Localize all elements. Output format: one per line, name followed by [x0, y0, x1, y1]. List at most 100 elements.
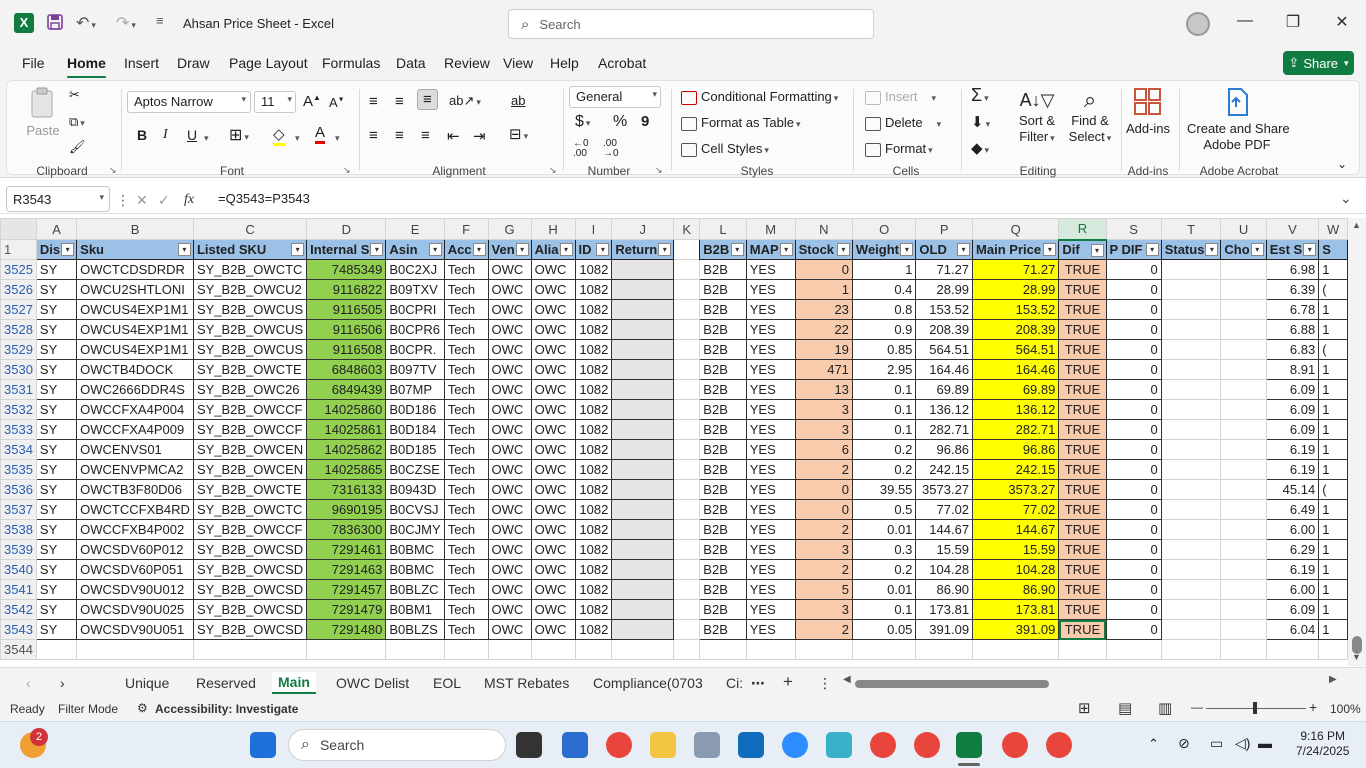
cell[interactable]: 6.00: [1265, 519, 1320, 540]
cell[interactable]: OWCCFXB4P002: [76, 519, 194, 540]
cell[interactable]: OWC: [530, 599, 576, 620]
filter-dropdown-icon[interactable]: ▾: [370, 243, 384, 256]
cell[interactable]: Tech: [443, 579, 489, 600]
zoom-app-icon[interactable]: [782, 732, 808, 758]
filter-dropdown-icon[interactable]: ▾: [472, 243, 486, 256]
save-icon[interactable]: [46, 13, 64, 36]
cell[interactable]: 0: [1105, 459, 1162, 480]
cell[interactable]: B2B: [699, 479, 747, 500]
cell[interactable]: 96.86: [972, 439, 1060, 460]
font-name-dropdown[interactable]: Aptos Narrow ▾: [127, 91, 251, 113]
sheet-tab-unique[interactable]: Unique: [125, 675, 169, 691]
cell[interactable]: B0BLZC: [385, 579, 445, 600]
cell[interactable]: OWC: [530, 559, 576, 580]
cell[interactable]: SY: [35, 599, 78, 620]
number-format-dropdown[interactable]: General ▾: [569, 86, 661, 108]
cell[interactable]: B0CPR6: [385, 319, 445, 340]
cell[interactable]: B0CZSE: [385, 459, 445, 480]
cell[interactable]: SY: [35, 519, 78, 540]
cell[interactable]: B0CPR.: [385, 339, 445, 360]
cell[interactable]: 22: [794, 319, 853, 340]
cell[interactable]: [1160, 599, 1222, 620]
cell[interactable]: 77.02: [972, 499, 1060, 520]
cell[interactable]: 2: [794, 459, 853, 480]
cell[interactable]: SY: [35, 459, 78, 480]
cell[interactable]: [76, 639, 194, 660]
menu-help[interactable]: Help: [550, 55, 579, 71]
cell[interactable]: [1220, 519, 1267, 540]
cell[interactable]: 2.95: [851, 359, 917, 380]
column-header-d[interactable]: D: [306, 218, 387, 240]
cell[interactable]: OWC: [487, 419, 532, 440]
cell[interactable]: 6.00: [1265, 579, 1320, 600]
cell[interactable]: OWC: [487, 459, 532, 480]
file-explorer-icon[interactable]: [650, 732, 676, 758]
cell[interactable]: 9690195: [306, 499, 387, 520]
filter-dropdown-icon[interactable]: ▾: [1303, 243, 1317, 256]
format-as-table-button[interactable]: Format as Table ▾: [681, 115, 801, 131]
cell[interactable]: [487, 639, 532, 660]
cell[interactable]: Tech: [443, 599, 489, 620]
align-middle-icon[interactable]: ≡: [395, 93, 404, 110]
find-select-button[interactable]: ⌕ Find & Select ▾: [1065, 87, 1115, 146]
cell[interactable]: [1160, 319, 1222, 340]
cell[interactable]: 1082: [574, 499, 613, 520]
cell[interactable]: B2B: [699, 399, 747, 420]
cell[interactable]: YES: [745, 479, 796, 500]
cell[interactable]: 1082: [574, 299, 613, 320]
cell[interactable]: (: [1318, 479, 1348, 500]
underline-button[interactable]: U: [187, 127, 197, 143]
cell[interactable]: TRUE: [1058, 559, 1107, 580]
column-header-b[interactable]: B: [76, 218, 194, 240]
cell[interactable]: OWCSDV60P012: [76, 539, 194, 560]
scroll-down-icon[interactable]: ▼: [1352, 652, 1361, 662]
cell[interactable]: 0.85: [851, 339, 917, 360]
cell[interactable]: [1160, 639, 1222, 660]
cell[interactable]: OWCUS4EXP1M1: [76, 319, 194, 340]
cell[interactable]: OWC: [487, 579, 532, 600]
column-header-f[interactable]: F: [443, 218, 489, 240]
sheet-tab-cis[interactable]: Ci:: [726, 675, 743, 691]
cell[interactable]: SY_B2B_OWCU2: [192, 279, 308, 300]
cell[interactable]: 136.12: [972, 399, 1060, 420]
cell[interactable]: OWC: [530, 439, 576, 460]
cell[interactable]: 1082: [574, 539, 613, 560]
cell[interactable]: SY: [35, 339, 78, 360]
filter-dropdown-icon[interactable]: ▾: [291, 243, 305, 256]
undo-icon[interactable]: ↶ ▾: [76, 13, 96, 33]
cell[interactable]: SY_B2B_OWCSD: [192, 599, 308, 620]
cell[interactable]: SY: [35, 579, 78, 600]
filter-dropdown-icon[interactable]: ▾: [1043, 243, 1057, 256]
cell[interactable]: [673, 279, 701, 300]
header-cell[interactable]: Sku ▾: [76, 239, 194, 260]
cell[interactable]: [673, 539, 701, 560]
header-cell[interactable]: Ven ▾: [487, 239, 532, 260]
cell[interactable]: 96.86: [915, 439, 974, 460]
cell[interactable]: 144.67: [915, 519, 974, 540]
column-header-e[interactable]: E: [385, 218, 445, 240]
cell[interactable]: YES: [745, 539, 796, 560]
column-header-j[interactable]: J: [611, 218, 675, 240]
cell[interactable]: 3: [794, 399, 853, 420]
cell[interactable]: OWCENVS01: [76, 439, 194, 460]
cell[interactable]: SY: [35, 359, 78, 380]
cell[interactable]: [611, 339, 675, 360]
close-icon[interactable]: ✕: [1327, 12, 1357, 32]
cell[interactable]: 9116822: [306, 279, 387, 300]
cell[interactable]: 1082: [574, 579, 613, 600]
cell[interactable]: [1160, 279, 1222, 300]
cell[interactable]: B2B: [699, 519, 747, 540]
header-cell[interactable]: Alia ▾: [530, 239, 576, 260]
cell[interactable]: 9116505: [306, 299, 387, 320]
cell[interactable]: B07MP: [385, 379, 445, 400]
cell[interactable]: [611, 319, 675, 340]
cell[interactable]: 1082: [574, 439, 613, 460]
cell[interactable]: 6: [794, 439, 853, 460]
cell[interactable]: 1082: [574, 519, 613, 540]
cell[interactable]: 1082: [574, 379, 613, 400]
decrease-decimal-icon[interactable]: .00 →0: [603, 139, 619, 159]
cell[interactable]: Tech: [443, 279, 489, 300]
cell[interactable]: TRUE: [1058, 499, 1107, 520]
filter-dropdown-icon[interactable]: ▾: [61, 243, 75, 256]
column-header-h[interactable]: H: [530, 218, 576, 240]
